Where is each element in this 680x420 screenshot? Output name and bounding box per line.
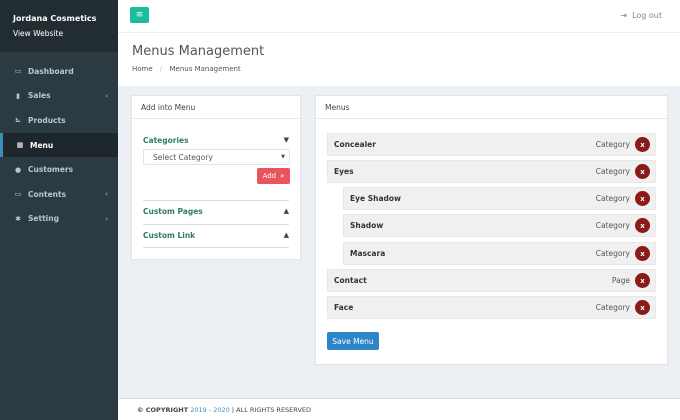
add-into-menu-panel: Add into Menu Categories ▼ Select Catego… [131,95,301,260]
menu-item[interactable]: Eyes Category x [327,160,656,183]
sidebar: Jordana Cosmetics View Website ▭ Dashboa… [0,0,118,420]
breadcrumb-separator: / [159,65,163,73]
sidebar-item-menu[interactable]: ▦ Menu [0,132,118,158]
caret-down-icon[interactable]: ▼ [284,136,289,144]
delete-button[interactable]: x [635,246,650,261]
custom-pages-section-title[interactable]: Custom Pages [143,207,203,216]
divider [143,224,289,225]
menu-item[interactable]: Eye Shadow Category x [343,187,656,210]
top-bar: ≡ ⇥ Log out [118,0,680,32]
save-menu-button[interactable]: Save Menu [327,332,379,350]
menu-item-label: Face [334,303,354,312]
monitor-icon: ▭ [14,67,22,76]
sidebar-item-label: Dashboard [28,66,74,76]
user-icon: ● [14,165,22,174]
copyright-years[interactable]: 2019 - 2020 [190,406,230,414]
menu-item-type: Category [595,221,630,230]
rights-text: | ALL RIGHTS RESERVED [231,406,311,414]
menu-item-label: Concealer [334,140,376,149]
menu-item[interactable]: Shadow Category x [343,214,656,237]
sidebar-item-label: Contents [28,189,67,199]
menu-item[interactable]: Mascara Category x [343,242,656,265]
delete-button[interactable]: x [635,191,650,206]
delete-button[interactable]: x [635,137,650,152]
sidebar-item-setting[interactable]: ✱ Setting ‹ [0,207,118,232]
menu-item[interactable]: Contact Page x [327,269,656,292]
menu-item-label: Eye Shadow [350,194,401,203]
sidebar-item-dashboard[interactable]: ▭ Dashboard [0,59,118,84]
logout-label: Log out [632,11,662,20]
caret-up-icon[interactable]: ▲ [284,207,289,215]
sidebar-item-sales[interactable]: ▮ Sales ‹ [0,84,118,109]
menu-item-label: Mascara [350,249,386,258]
caret-up-icon[interactable]: ▲ [284,231,289,239]
menu-item-type: Page [611,276,630,285]
gear-icon: ✱ [15,214,21,223]
divider [143,200,289,201]
panel-title: Add into Menu [132,96,300,119]
menu-item-type: Category [595,167,630,176]
menu-item-type: Category [595,303,630,312]
add-button-label: Add [262,172,277,180]
chevron-left-icon: ‹ [105,214,108,223]
menu-item-type: Category [595,140,630,149]
logout-icon: ⇥ [620,11,628,20]
double-chevron-right-icon: » [280,172,285,180]
chevron-left-icon: ‹ [105,91,108,100]
page-header: Menus Management Home / Menus Management [118,32,680,86]
menu-item[interactable]: Face Category x [327,296,656,319]
menu-item-type: Category [595,194,630,203]
menu-item-label: Contact [334,276,367,285]
sidebar-item-label: Customers [28,165,74,175]
sidebar-item-label: Sales [28,91,51,101]
divider [143,247,289,248]
breadcrumb: Home / Menus Management [132,65,241,73]
menu-item-type: Category [595,249,630,258]
copyright-label: © COPYRIGHT [137,406,189,414]
breadcrumb-home[interactable]: Home [132,65,153,73]
sidebar-item-label: Products [28,115,66,125]
breadcrumb-current: Menus Management [169,65,241,73]
panel-title: Menus [316,96,667,119]
sidebar-toggle-button[interactable]: ≡ [130,7,149,23]
sidebar-item-products[interactable]: ⊾ Products [0,108,118,133]
custom-link-section-title[interactable]: Custom Link [143,231,195,240]
category-select[interactable]: Select Category ▼ [143,149,290,165]
hamburger-icon: ≡ [135,10,144,20]
menu-item-label: Eyes [334,167,354,176]
chevron-left-icon: ‹ [105,190,108,199]
brand-name: Jordana Cosmetics [13,14,97,23]
grid-icon: ▦ [16,141,24,150]
view-website-link[interactable]: View Website [13,29,118,38]
delete-button[interactable]: x [635,164,650,179]
monitor-icon: ▭ [14,190,22,199]
sidebar-item-customers[interactable]: ● Customers [0,157,118,182]
select-caret-icon: ▼ [281,154,285,160]
categories-section-title[interactable]: Categories [143,136,189,145]
delete-button[interactable]: x [635,300,650,315]
category-select-value: Select Category [153,153,213,162]
sidebar-item-contents[interactable]: ▭ Contents ‹ [0,182,118,207]
menu-item-label: Shadow [350,221,384,230]
menus-panel: Menus Concealer Category x Eyes Category… [315,95,668,365]
delete-button[interactable]: x [635,273,650,288]
chart-icon: ▮ [16,91,20,100]
add-button[interactable]: Add » [257,168,290,184]
menu-item[interactable]: Concealer Category x [327,133,656,156]
brand: Jordana Cosmetics View Website [0,0,118,52]
logout-button[interactable]: ⇥ Log out [620,11,662,20]
sidebar-item-label: Menu [30,140,54,150]
cart-icon: ⊾ [15,116,21,125]
delete-button[interactable]: x [635,218,650,233]
footer: © COPYRIGHT 2019 - 2020 | ALL RIGHTS RES… [118,398,680,420]
page-title: Menus Management [132,44,265,59]
sidebar-item-label: Setting [28,214,59,224]
